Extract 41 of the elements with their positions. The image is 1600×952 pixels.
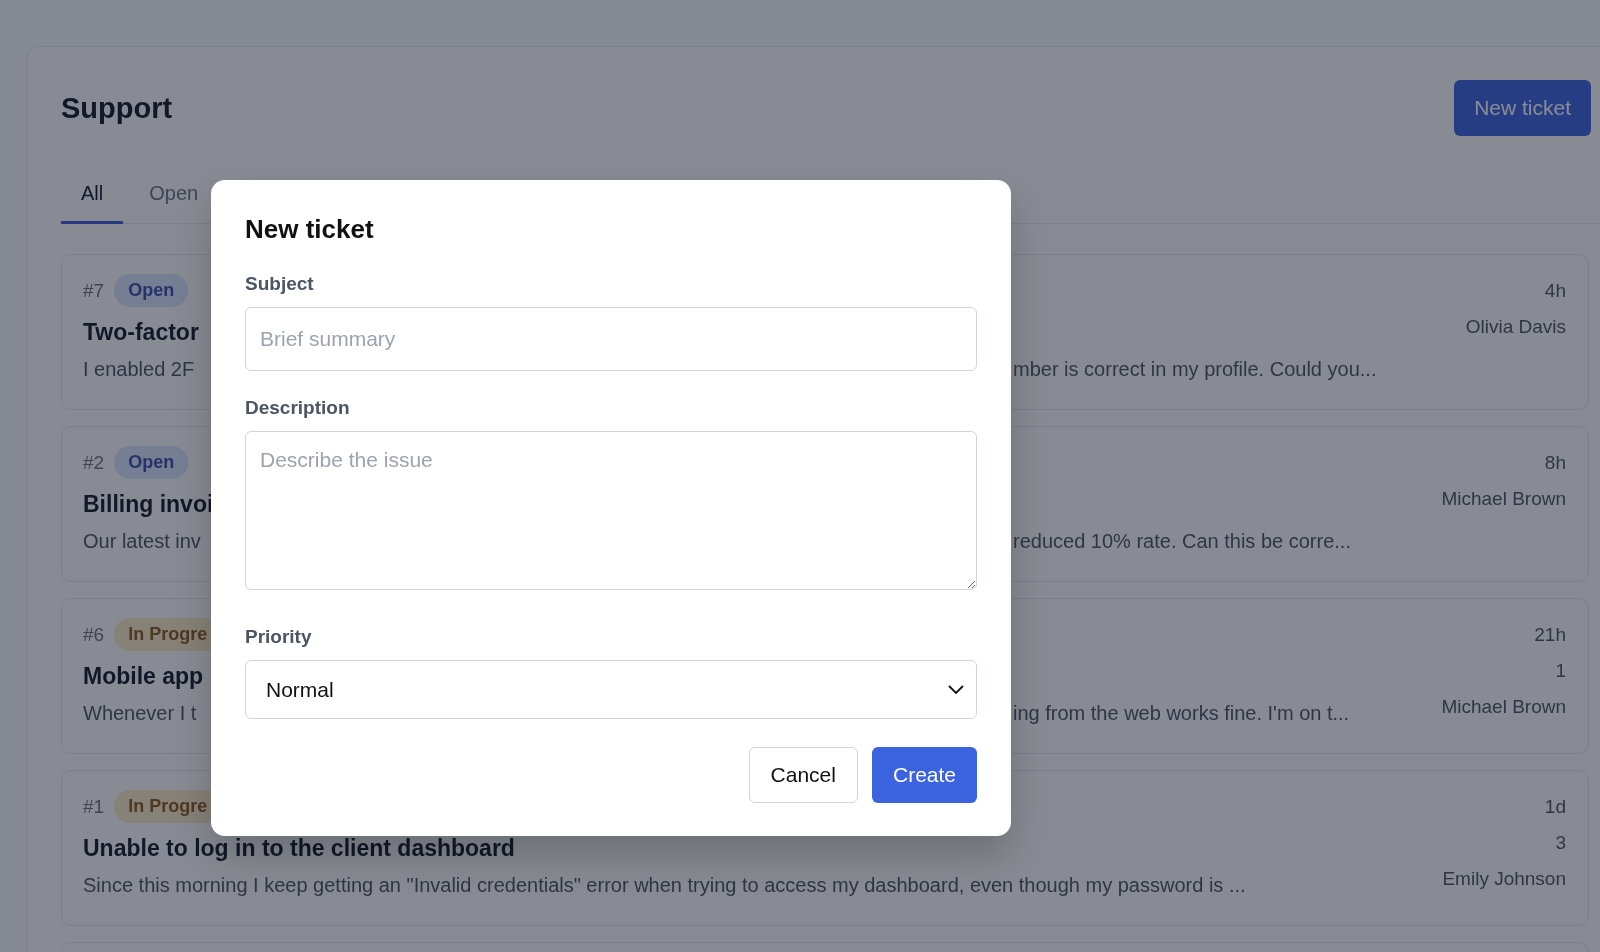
subject-field[interactable]: Brief summary	[245, 307, 977, 371]
reply-count: 1	[1555, 660, 1566, 682]
ticket-description: ing from the web works fine. I'm on t...	[1013, 702, 1350, 725]
field-label: Description	[245, 397, 351, 419]
priority-select[interactable]: Normal	[245, 660, 977, 719]
ticket-author: Michael Brown	[1441, 488, 1566, 510]
filter-tab[interactable]: Open	[129, 170, 219, 224]
ticket-description: mber is correct in my profile. Could you...	[1013, 358, 1377, 381]
chevron-down-icon	[948, 684, 964, 695]
ticket-description: Whenever I t	[83, 702, 197, 725]
ticket-author: Emily Johnson	[1442, 868, 1566, 890]
dialog-title: New ticket	[245, 214, 375, 245]
ticket-description: Our latest inv	[83, 530, 201, 553]
ticket-age: 1d	[1544, 796, 1566, 818]
ticket-title: Unable to log in to the client dashboard	[83, 835, 515, 862]
ticket-number: #2	[83, 451, 105, 474]
field-label: Subject	[245, 273, 315, 295]
ticket-number: #1	[83, 795, 105, 818]
ticket-description: Since this morning I keep getting an "Invalid credentials" error when trying to access my dashboard, even though my password is ...	[83, 874, 1247, 897]
ticket-age: 8h	[1544, 452, 1566, 474]
reply-count: 3	[1555, 832, 1566, 854]
ticket-number: #7	[83, 279, 105, 302]
new-ticket-button[interactable]: New ticket	[1454, 80, 1591, 136]
field-label: Priority	[245, 626, 313, 648]
status-badge: Open	[114, 446, 189, 479]
ticket-number: #6	[83, 623, 105, 646]
create-button[interactable]: Create	[871, 747, 977, 803]
ticket-age: 21h	[1534, 624, 1566, 646]
ticket-title: Two-factor	[83, 319, 199, 346]
ticket-description: I enabled 2F	[83, 358, 195, 381]
cancel-button[interactable]: Cancel	[748, 747, 858, 803]
filter-tab[interactable]: All	[61, 170, 124, 224]
ticket-description: reduced 10% rate. Can this be corre...	[1013, 530, 1351, 553]
page-title: Support	[61, 91, 173, 125]
description-field[interactable]: Describe the issue	[245, 431, 977, 590]
ticket-age: 4h	[1544, 280, 1566, 302]
status-badge: Open	[114, 274, 189, 307]
ticket-author: Olivia Davis	[1465, 316, 1566, 338]
ticket-author: Michael Brown	[1441, 696, 1566, 718]
ticket-title: Billing invoi	[83, 491, 214, 518]
ticket-title: Mobile app	[83, 663, 204, 690]
